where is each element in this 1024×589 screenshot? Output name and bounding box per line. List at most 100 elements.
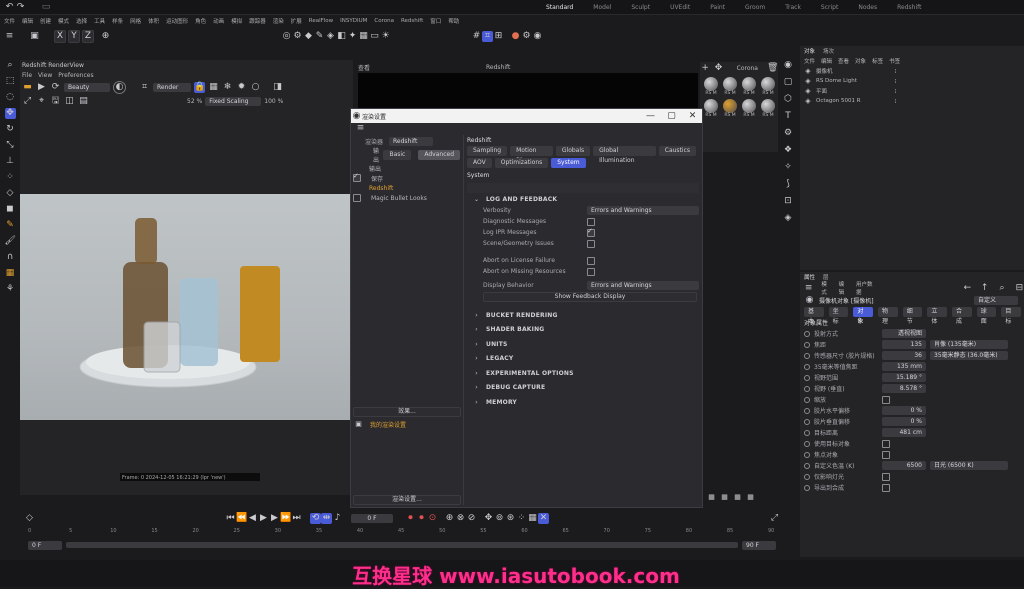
attr-subtab[interactable]: 立体 (927, 307, 948, 325)
section-arrow-icon[interactable]: › (471, 397, 482, 408)
mode-tab-uvedit[interactable]: UVEdit (660, 4, 700, 11)
render-tab[interactable]: Globals (555, 146, 591, 156)
play-icon[interactable]: ▶ (258, 513, 269, 524)
menu-item[interactable]: 体积 (148, 17, 159, 25)
next-frame-icon[interactable]: ▶ (269, 513, 280, 524)
fit-dropdown[interactable]: Fixed Scaling (205, 96, 262, 106)
region-icon[interactable]: ◨ (272, 82, 283, 93)
picker-icon[interactable]: ⌖ (36, 96, 47, 107)
object-name[interactable]: Octagon 5001 R (816, 98, 886, 104)
move-tool-icon[interactable]: ▣ (29, 31, 40, 42)
live-select-icon[interactable]: ◌ (5, 92, 16, 103)
material-swatch[interactable]: RS M (722, 99, 738, 118)
objects-menu-item[interactable]: 编辑 (821, 57, 832, 65)
attr-checkbox[interactable] (882, 450, 890, 459)
attr-value[interactable]: 36 (882, 351, 926, 360)
object-name[interactable]: 摄像机 (816, 67, 886, 75)
menu-item[interactable]: 创建 (40, 17, 51, 25)
attr-subtab[interactable]: 球面 (976, 307, 997, 325)
verbosity-dropdown[interactable]: Errors and Warnings (587, 206, 699, 215)
menu-item[interactable]: INSYDIUM (340, 18, 367, 24)
section-header-row[interactable]: › UNITS (467, 337, 699, 352)
tree-mbl[interactable]: Magic Bullet Looks (371, 195, 427, 202)
attr-subtab[interactable]: 合成 (952, 307, 972, 325)
section-header-row[interactable]: › SHADER BAKING (467, 323, 699, 338)
section-header[interactable]: SHADER BAKING (486, 326, 544, 333)
mode-tab-sculpt[interactable]: Sculpt (621, 4, 660, 11)
mode-tab-script[interactable]: Script (811, 4, 848, 11)
object-name[interactable]: RS Dome Light (816, 78, 886, 84)
rv-menu-view[interactable]: View (38, 72, 52, 79)
material-swatch[interactable]: RS M (703, 77, 719, 96)
cube-icon[interactable]: ◆ (303, 31, 314, 42)
key-sel-icon[interactable]: ⊙ (427, 513, 438, 524)
sculpt-icon[interactable]: ⚘ (5, 284, 16, 295)
attr-value[interactable]: 6500 (882, 461, 926, 470)
history-icon[interactable]: ▤ (78, 96, 89, 107)
range-start-field[interactable]: 0 F (28, 540, 62, 550)
attr-animate-toggle[interactable] (804, 407, 810, 414)
attr-menu-mode[interactable]: 模式 (821, 280, 830, 296)
lock-icon[interactable]: 🔒 (194, 81, 205, 93)
layout-icon-4[interactable]: ▦ (745, 492, 756, 503)
tree-mbl-check[interactable] (353, 194, 361, 202)
object-row[interactable]: ◈ 平面 ⁝ (804, 86, 1024, 96)
axis-lock-icon[interactable]: ⊞ (493, 31, 504, 42)
attr-menu-edit[interactable]: 编辑 (839, 280, 848, 296)
menu-item[interactable]: 角色 (195, 17, 206, 25)
back-icon[interactable]: ← (963, 283, 972, 294)
material-swatch[interactable]: RS M (741, 99, 757, 118)
move-material-icon[interactable]: ✥ (713, 63, 723, 74)
section-arrow-icon[interactable]: › (471, 324, 482, 335)
attr-value[interactable]: 135 mm (882, 362, 926, 371)
zoom-icon[interactable]: ⌕ (5, 60, 16, 71)
section-header[interactable]: MEMORY (486, 399, 517, 406)
axis-x-button[interactable]: X (54, 29, 66, 43)
display-dropdown[interactable]: Errors and Warnings (587, 281, 699, 290)
attr-animate-toggle[interactable] (804, 451, 810, 458)
objects-menu-item[interactable]: 书签 (889, 57, 900, 65)
fit-icon[interactable]: ⤢ (22, 96, 33, 107)
text-icon[interactable]: T (783, 111, 794, 122)
attr-subtab[interactable]: 目标 (1001, 307, 1022, 325)
menu-item[interactable]: Redshift (401, 18, 423, 24)
rotate-icon[interactable]: ↻ (5, 124, 16, 135)
grid-icon[interactable]: ▦ (208, 82, 219, 93)
attr-animate-toggle[interactable] (804, 418, 810, 425)
dialog-menu-icon[interactable]: ≡ (355, 123, 366, 134)
tree-output[interactable]: 输出 (369, 164, 381, 173)
section-header[interactable]: EXPERIMENTAL OPTIONS (486, 370, 574, 377)
mode-tab-track[interactable]: Track (775, 4, 811, 11)
autokey-icon[interactable]: ⏺ (416, 513, 427, 524)
effect-button[interactable]: 效果... (353, 407, 461, 417)
cloner-icon[interactable]: ❖ (783, 145, 794, 156)
material-swatch[interactable]: RS M (722, 77, 738, 96)
loop-icon[interactable]: ⟲ (310, 512, 321, 524)
attr-menu-userdata[interactable]: 用户数据 (856, 280, 875, 296)
effector-icon[interactable]: ✧ (783, 162, 794, 173)
left-tab-basic[interactable]: Basic (383, 150, 412, 160)
minimize-icon[interactable]: — (645, 111, 656, 122)
mode-tab-standard[interactable]: Standard (536, 4, 583, 11)
abort-missing-checkbox[interactable] (587, 267, 595, 276)
current-frame-field[interactable]: 0 F (351, 513, 393, 523)
section-header-row[interactable]: › MEMORY (467, 395, 699, 410)
attr-subtab[interactable]: 对象 (853, 307, 874, 325)
attr-checkbox[interactable] (882, 483, 890, 492)
menu-item[interactable]: Corona (374, 18, 394, 24)
undo-icon[interactable]: ↶ (4, 2, 15, 13)
paint-icon[interactable]: 🖌 (5, 236, 16, 247)
go-start-icon[interactable]: ⏮ (225, 513, 236, 524)
grid-key-icon[interactable]: ▦ (527, 513, 538, 524)
objects-menu-item[interactable]: 标签 (872, 57, 883, 65)
rv-menu-preferences[interactable]: Preferences (58, 72, 93, 79)
show-feedback-button[interactable]: Show Feedback Display (483, 291, 697, 302)
menu-item[interactable]: 工具 (94, 17, 105, 25)
scene-issues-checkbox[interactable] (587, 239, 595, 248)
section-header[interactable]: UNITS (486, 341, 508, 348)
section-header-row[interactable]: › LEGACY (467, 352, 699, 367)
param-key-icon[interactable]: ⊚ (494, 513, 505, 524)
menu-item[interactable]: 编辑 (22, 17, 33, 25)
menu-item[interactable]: RealFlow (309, 18, 333, 24)
attr-animate-toggle[interactable] (804, 352, 810, 359)
